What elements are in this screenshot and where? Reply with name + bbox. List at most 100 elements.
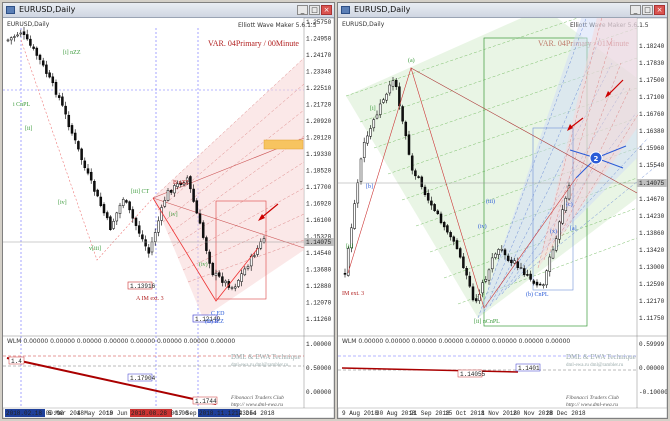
wave-label: (iv) (478, 223, 487, 230)
wave-label: [iv] (169, 212, 178, 218)
minimize-button[interactable]: _ (630, 5, 641, 15)
price-axis-tick: 1.17100 (639, 94, 665, 101)
candle-body (375, 114, 379, 119)
candle-body (487, 269, 491, 281)
candle-body (73, 132, 77, 141)
wave-label: [ii] (25, 126, 32, 132)
wave-label: [a] (570, 226, 577, 232)
candle-body (83, 160, 87, 168)
candle-body (471, 286, 475, 301)
candle-body (426, 193, 430, 201)
candle-body (195, 200, 199, 214)
candle-body (214, 272, 218, 276)
wave-label: [iv] (58, 200, 67, 206)
candle-body (224, 280, 227, 284)
osc-box-label: 1.17904 (130, 375, 156, 382)
close-button[interactable]: × (654, 5, 665, 15)
wave-label: [i] nZZ (63, 50, 81, 56)
maximize-button[interactable]: □ (309, 5, 320, 15)
candle-body (118, 204, 122, 214)
wave-label: (b) CnPL (526, 291, 549, 298)
wave-label: B nZZ (173, 180, 189, 186)
candle-body (16, 34, 19, 37)
candle-body (262, 238, 266, 243)
chart-window-icon (341, 6, 350, 14)
left-titlebar[interactable]: EURUSD,Daily _ □ × (3, 3, 334, 18)
osc-box-label: 1.1744 (195, 398, 217, 405)
close-button[interactable]: × (321, 5, 332, 15)
candle-body (343, 272, 347, 275)
candle-body (401, 106, 404, 122)
price-axis-tick: 1.25750 (306, 19, 332, 26)
candle-body (465, 268, 468, 276)
candle-body (137, 225, 141, 234)
candle-body (230, 287, 234, 289)
right-window-title: EURUSD,Daily (354, 5, 411, 14)
target-zone (263, 139, 304, 150)
wave-label: (iii) (486, 198, 495, 205)
candle-body (77, 141, 80, 150)
left-chart-window[interactable]: EURUSD,Daily _ □ × EURUSD,Daily Elliott W… (2, 2, 335, 419)
candle-body (407, 134, 411, 155)
right-titlebar[interactable]: EURUSD,Daily _ □ × (338, 3, 667, 18)
price-axis-tick: 1.13000 (639, 264, 665, 271)
candle-body (221, 276, 224, 283)
left-price-chart[interactable]: EURUSD,Daily Elliott Wave Maker 5.6.1.5 VA… (3, 18, 334, 418)
candle-body (205, 237, 208, 251)
candle-body (38, 54, 42, 60)
candle-body (449, 232, 452, 238)
wave-label: (B) IZZ (205, 318, 224, 325)
price-axis-tick: 1.17700 (306, 184, 332, 191)
price-axis-tick: 1.22510 (306, 85, 332, 92)
candle-body (208, 251, 211, 264)
candle-body (25, 34, 29, 40)
candle-body (446, 225, 449, 233)
wave-label: [ii] (346, 244, 353, 250)
right-chart-window[interactable]: EURUSD,Daily _ □ × EURUSD,DailyElliott W… (337, 2, 668, 419)
price-axis-tick: 1.21720 (306, 102, 332, 109)
candle-body (48, 72, 51, 78)
maximize-button[interactable]: □ (642, 5, 653, 15)
candle-body (394, 80, 398, 88)
wave-label: v[iii] (89, 246, 101, 252)
price-axis-tick: 1.19330 (306, 151, 332, 158)
candle-body (41, 60, 45, 66)
price-axis-tick: 1.20920 (306, 118, 332, 125)
wave-label: i CnPL (13, 102, 31, 108)
candle-body (516, 261, 520, 268)
price-axis-tick: 1.15960 (639, 145, 665, 152)
candle-body (481, 282, 484, 294)
left-chart-area[interactable]: EURUSD,Daily Elliott Wave Maker 5.6.1.5 VA… (3, 18, 334, 418)
candle-body (558, 221, 561, 240)
chart-window-icon (6, 6, 15, 14)
price-axis-tick: 1.12880 (306, 283, 332, 290)
candle-body (93, 181, 96, 192)
candle-body (144, 239, 147, 247)
candle-body (455, 240, 459, 249)
candle-body (198, 213, 202, 224)
price-axis-tick: 1.24950 (306, 36, 332, 43)
right-price-chart[interactable]: EURUSD,DailyElliott Wave Maker 5.6.1.5VA… (338, 18, 667, 418)
osc-box-label: 1.4 (11, 358, 22, 365)
candle-body (64, 105, 67, 115)
brand-line: Fibonacci Traders Club (565, 395, 619, 401)
price-axis-tick: 1.18520 (306, 168, 332, 175)
candle-body (153, 232, 157, 242)
watermark-title: DML & EWA Technique (566, 353, 636, 361)
date-axis-tick: 21 Sep 2018 (410, 410, 450, 417)
wave-count-circle-label: 2 (594, 155, 599, 163)
oscillator-header: WLM 0.00000 0.00000 0.00000 0.00000 0.00… (342, 338, 570, 345)
oscillator-line (6, 357, 217, 405)
candle-body (353, 203, 356, 229)
candle-body (378, 103, 382, 115)
current-price-label: 1.14075 (306, 239, 332, 246)
candle-body (237, 280, 240, 287)
right-chart-area[interactable]: EURUSD,DailyElliott Wave Maker 5.6.1.5VA… (338, 18, 667, 418)
candle-body (513, 260, 516, 264)
candle-body (436, 210, 440, 215)
candle-body (468, 275, 472, 287)
minimize-button[interactable]: _ (297, 5, 308, 15)
candle-body (115, 212, 119, 222)
osc-box-label: 1.1401 (518, 365, 540, 372)
candle-body (391, 80, 395, 87)
